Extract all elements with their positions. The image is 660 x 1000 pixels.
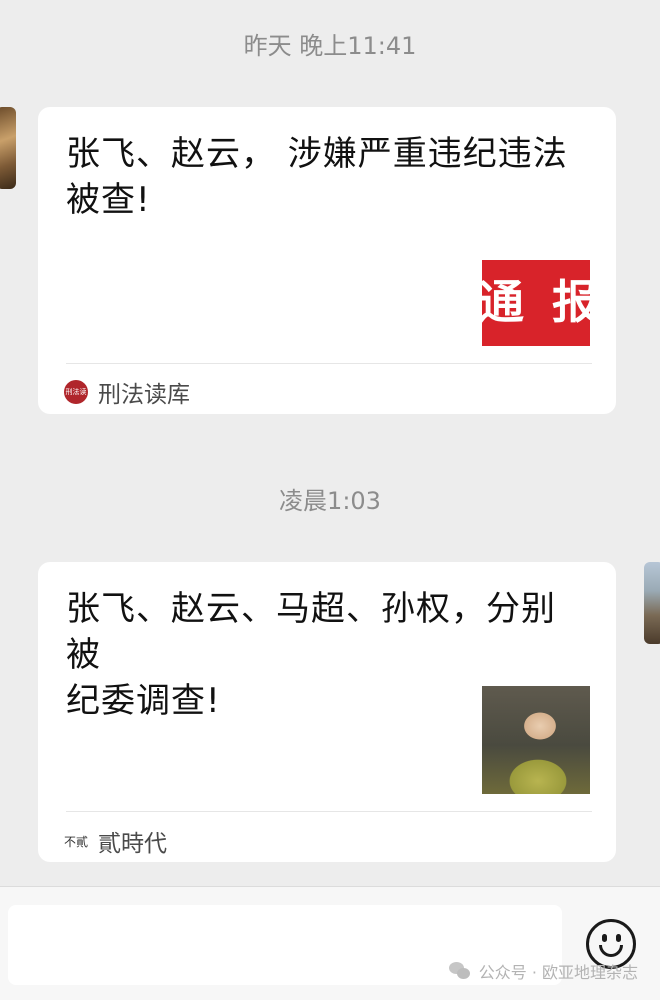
article-source[interactable]: 不貳 貳時代 bbox=[64, 824, 167, 858]
shared-article-card[interactable]: 张飞、赵云， 涉嫌严重违纪违法 被查! 通 报 刑法读库 刑法读库 bbox=[38, 107, 616, 414]
article-thumbnail: 通 报 bbox=[482, 238, 590, 346]
source-logo: 不貳 bbox=[64, 834, 89, 849]
sender-avatar[interactable] bbox=[0, 107, 16, 189]
article-source[interactable]: 刑法读库 刑法读库 bbox=[64, 375, 190, 409]
emoji-eye bbox=[602, 934, 607, 942]
self-avatar[interactable] bbox=[644, 562, 660, 644]
article-title-line: 张飞、赵云， 涉嫌严重违纪违法 bbox=[66, 134, 568, 174]
timestamp: 昨天 晚上11:41 bbox=[243, 32, 417, 60]
timestamp: 凌晨1:03 bbox=[279, 487, 381, 515]
article-title: 张飞、赵云， 涉嫌严重违纪违法 被查! bbox=[66, 131, 586, 223]
emoji-smile bbox=[599, 945, 623, 957]
thumbnail-text: 通 报 bbox=[482, 275, 590, 329]
shared-article-card[interactable]: 张飞、赵云、马超、孙权，分别被 纪委调查! 不貳 貳時代 bbox=[38, 562, 616, 862]
source-name: 刑法读库 bbox=[98, 382, 190, 408]
card-divider bbox=[66, 363, 592, 364]
source-name: 貳時代 bbox=[98, 831, 168, 857]
emoji-eye bbox=[616, 934, 621, 942]
chat-input-bar: 公众号 · 欧亚地理杂志 bbox=[0, 886, 660, 1000]
watermark-text: 公众号 · 欧亚地理杂志 bbox=[478, 963, 638, 982]
wechat-icon bbox=[448, 962, 471, 980]
source-logo: 刑法读库 bbox=[64, 380, 88, 404]
watermark: 公众号 · 欧亚地理杂志 bbox=[448, 959, 638, 983]
article-thumbnail bbox=[482, 686, 590, 794]
card-divider bbox=[66, 811, 592, 812]
article-title-line: 被查! bbox=[66, 180, 151, 220]
article-title-line: 张飞、赵云、马超、孙权，分别被 bbox=[66, 589, 556, 675]
